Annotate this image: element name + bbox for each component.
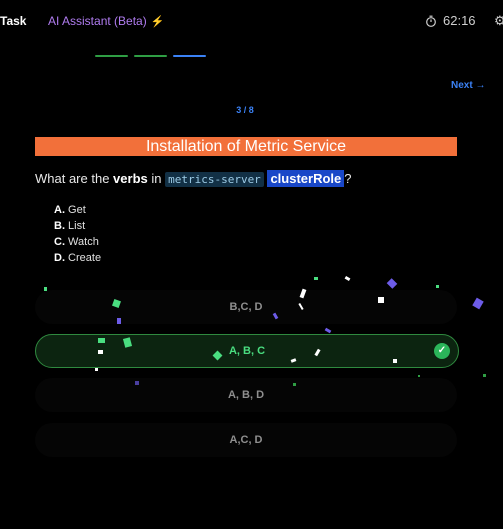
confetti-piece <box>293 383 296 386</box>
option-letter: A. <box>54 204 65 216</box>
option-text: List <box>65 220 86 232</box>
progress-segment-1 <box>95 55 128 57</box>
question-middle: in <box>147 171 166 186</box>
options-list: A. Get B. List C. Watch D. Create <box>54 202 101 266</box>
question-text: What are the verbs in metrics-server clu… <box>35 170 351 189</box>
progress-segment-3 <box>173 55 206 57</box>
option-text: Create <box>65 252 102 264</box>
confetti-piece <box>418 375 420 377</box>
answer-option-4[interactable]: A,C, D <box>35 423 457 457</box>
confetti-piece <box>98 350 103 354</box>
next-label: Next <box>451 80 473 91</box>
answer-label: A, B, D <box>227 389 265 401</box>
option-item: B. List <box>54 218 101 234</box>
confetti-piece <box>386 278 398 289</box>
question-counter: 3 / 8 <box>236 105 254 115</box>
top-bar: Task AI Assistant (Beta) ⚡ 62:16 ⚙ <box>0 0 503 42</box>
progress-indicator <box>95 55 206 57</box>
question-title: Installation of Metric Service <box>35 137 457 156</box>
answer-label: A,C, D <box>229 434 263 446</box>
confetti-piece <box>117 318 121 324</box>
confetti-piece <box>324 327 332 334</box>
option-text: Watch <box>65 236 99 248</box>
progress-segment-2 <box>134 55 167 57</box>
ai-assistant-label: AI Assistant (Beta) <box>48 14 147 28</box>
confetti-piece <box>393 359 397 363</box>
option-letter: B. <box>54 220 65 232</box>
check-icon: ✓ <box>434 343 450 359</box>
answer-option-3[interactable]: A, B, D <box>35 378 457 412</box>
option-letter: D. <box>54 252 65 264</box>
task-tab[interactable]: Task <box>0 14 26 28</box>
option-text: Get <box>65 204 86 216</box>
confetti-piece <box>314 277 318 280</box>
question-highlight: clusterRole <box>267 170 345 187</box>
confetti-piece <box>95 368 98 371</box>
confetti-piece <box>472 297 484 310</box>
answer-label: B,C, D <box>229 301 263 313</box>
confetti-piece <box>483 374 486 377</box>
next-button[interactable]: Next → <box>451 80 485 91</box>
question-bold: verbs <box>113 171 148 186</box>
option-item: D. Create <box>54 250 101 266</box>
ai-assistant-button[interactable]: AI Assistant (Beta) ⚡ <box>48 14 164 28</box>
confetti-piece <box>44 287 47 291</box>
option-item: A. Get <box>54 202 101 218</box>
magic-wand-icon: ⚡ <box>150 16 165 28</box>
confetti-piece <box>135 381 139 385</box>
stopwatch-icon <box>426 15 436 27</box>
answer-option-1[interactable]: B,C, D <box>35 290 457 324</box>
answer-label: A, B, C <box>228 345 266 357</box>
question-suffix: ? <box>344 171 352 186</box>
settings-icon[interactable]: ⚙ <box>494 13 503 29</box>
timer: 62:16 <box>425 13 476 28</box>
option-letter: C. <box>54 236 65 248</box>
confetti-piece <box>98 338 105 343</box>
question-prefix: What are the <box>35 171 114 186</box>
confetti-piece <box>378 297 384 303</box>
confetti-piece <box>344 275 351 282</box>
timer-value: 62:16 <box>443 13 476 28</box>
confetti-piece <box>436 285 439 288</box>
question-code: metrics-server <box>165 172 264 187</box>
arrow-right-icon: → <box>475 80 486 91</box>
option-item: C. Watch <box>54 234 101 250</box>
